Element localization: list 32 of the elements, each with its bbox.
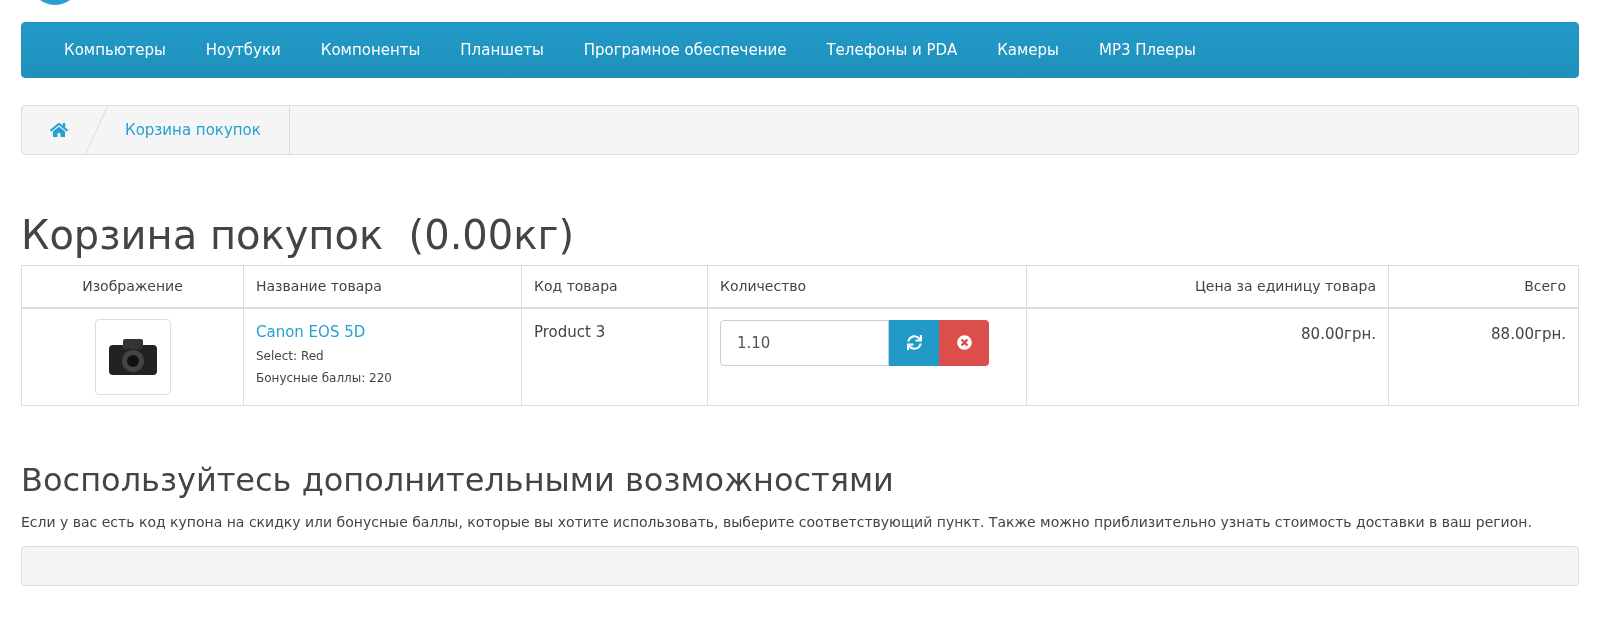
table-cell: 88.00грн. <box>1388 307 1579 405</box>
product-option: Select: Red <box>256 347 509 365</box>
remove-button[interactable] <box>939 319 989 366</box>
column-header: Изображение <box>21 265 244 308</box>
refresh-icon <box>906 335 922 350</box>
quantity-field[interactable]: 1.10 <box>720 319 889 366</box>
menu-link[interactable]: Планшеты <box>440 38 564 62</box>
menu-link[interactable]: Телефоны и PDA <box>806 38 978 62</box>
menu-link[interactable]: Камеры <box>977 38 1079 62</box>
section-description: Если у вас есть код купона на скидку или бонусные баллы, которые вы хотите использовать, выберите соответствующий пункт. Также можно приблизительно узнать стоимость доставки в ваш регион. <box>21 512 1533 532</box>
product-option: Бонусные баллы: 220 <box>256 369 509 387</box>
menu-link[interactable]: Програмное обеспечение <box>563 38 807 62</box>
column-header: Всего <box>1388 265 1579 308</box>
section-title: Воспользуйтесь дополнительными возможностями <box>21 459 895 501</box>
camera-icon <box>106 336 159 377</box>
page-title: Корзина покупок (0.00кг) <box>21 211 576 260</box>
close-icon <box>956 335 972 350</box>
table-cell: Product 3 <box>521 307 708 405</box>
menu-link[interactable]: Компьютеры <box>44 38 186 62</box>
menu-link[interactable]: Компоненты <box>300 38 441 62</box>
column-header: Цена за единицу товара <box>1026 265 1389 308</box>
product-link[interactable]: Canon EOS 5D <box>256 320 509 343</box>
column-header: Код товара <box>521 265 708 308</box>
table-cell: 80.00грн. <box>1026 307 1389 405</box>
product-thumbnail[interactable] <box>94 318 171 395</box>
home-icon <box>50 121 68 139</box>
column-header: Название товара <box>243 265 522 308</box>
update-button[interactable] <box>889 319 939 366</box>
menu-link[interactable]: MP3 Плееры <box>1078 38 1216 62</box>
menu-link[interactable]: Ноутбуки <box>185 38 301 62</box>
column-header: Количество <box>707 265 1027 308</box>
breadcrumb-link[interactable]: Корзина покупок <box>97 106 290 154</box>
